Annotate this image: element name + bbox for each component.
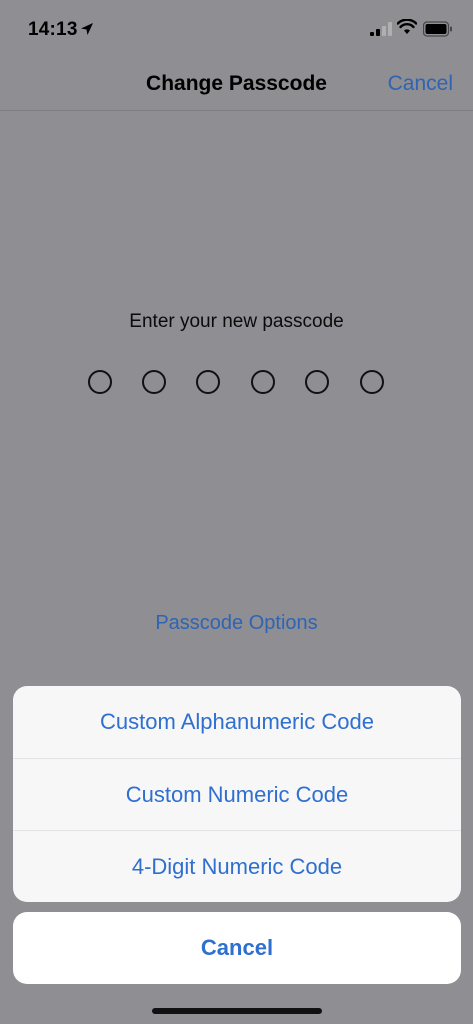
passcode-dots	[88, 370, 388, 396]
action-sheet-cancel-button[interactable]: Cancel	[13, 912, 461, 984]
passcode-dot	[88, 370, 112, 394]
passcode-dot	[142, 370, 166, 394]
custom-numeric-code-option[interactable]: Custom Numeric Code	[13, 758, 461, 830]
nav-cancel-button[interactable]: Cancel	[388, 72, 453, 96]
passcode-options-link[interactable]: Passcode Options	[0, 612, 473, 635]
wifi-icon	[397, 19, 417, 34]
four-digit-numeric-code-option[interactable]: 4-Digit Numeric Code	[13, 830, 461, 902]
passcode-dot	[305, 370, 329, 394]
location-arrow-icon	[81, 23, 93, 35]
passcode-dot	[251, 370, 275, 394]
passcode-prompt: Enter your new passcode	[129, 311, 344, 332]
custom-alphanumeric-code-option[interactable]: Custom Alphanumeric Code	[13, 686, 461, 758]
passcode-dot	[360, 370, 384, 394]
action-sheet: Custom Alphanumeric Code Custom Numeric …	[13, 686, 461, 902]
navigation-bar: Change Passcode Cancel	[0, 60, 473, 111]
cellular-signal-icon	[370, 22, 392, 36]
home-indicator[interactable]	[152, 1008, 322, 1014]
status-bar: 14:13	[0, 0, 473, 60]
status-time: 14:13	[28, 19, 78, 40]
battery-icon	[423, 21, 452, 37]
passcode-dot	[196, 370, 220, 394]
